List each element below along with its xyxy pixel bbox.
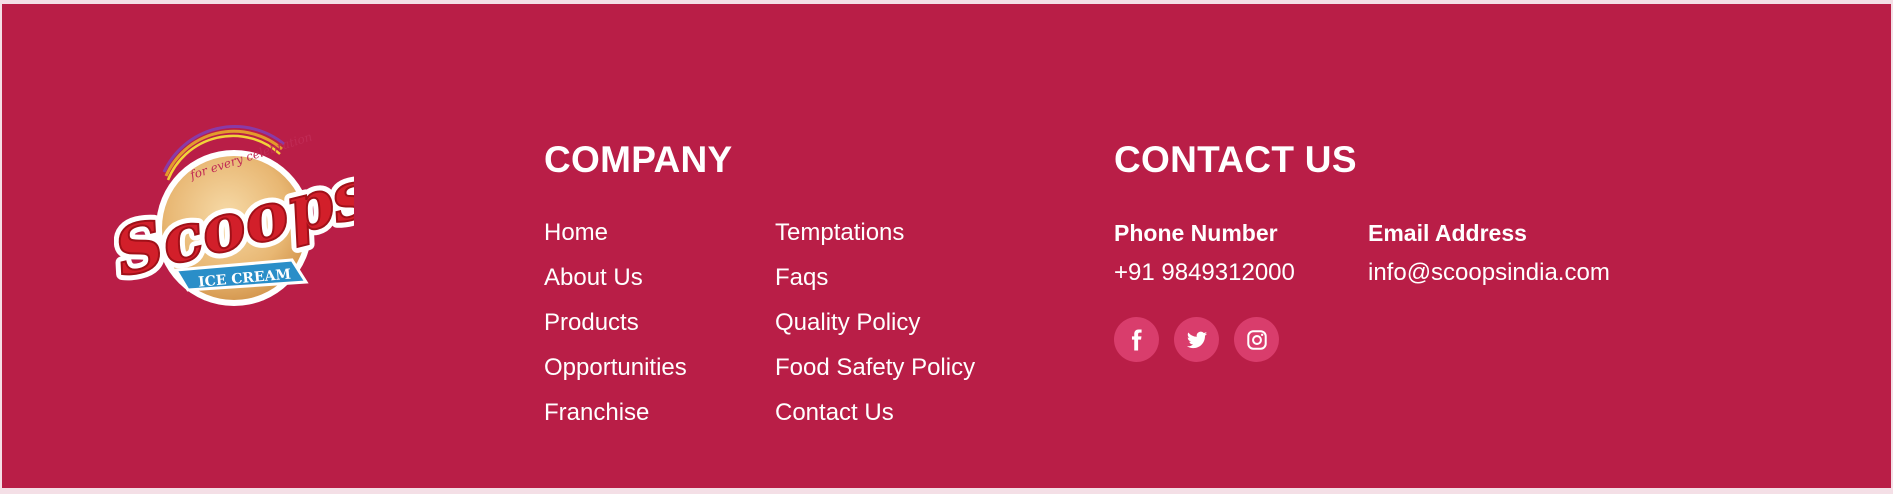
- instagram-icon: [1246, 329, 1267, 350]
- footer-link-contact-us[interactable]: Contact Us: [775, 398, 975, 443]
- footer-link-food-safety-policy-label[interactable]: Food Safety Policy: [775, 354, 975, 381]
- facebook-icon: [1131, 328, 1142, 351]
- contact-section: CONTACT US Phone Number +91 9849312000 E…: [1114, 136, 1610, 362]
- phone-label: Phone Number: [1114, 220, 1278, 246]
- footer-link-about-us-label[interactable]: About Us: [544, 264, 643, 291]
- footer-link-about-us[interactable]: About Us: [544, 263, 687, 308]
- scoops-logo-image: for every celebration ICE CREAM Scoops S…: [114, 125, 354, 306]
- footer-link-temptations[interactable]: Temptations: [775, 218, 975, 263]
- footer-link-franchise[interactable]: Franchise: [544, 398, 687, 443]
- footer-link-home-label[interactable]: Home: [544, 219, 608, 246]
- instagram-button[interactable]: [1234, 317, 1279, 362]
- email-address[interactable]: info@scoopsindia.com: [1368, 258, 1610, 288]
- twitter-icon: [1186, 331, 1207, 348]
- footer-link-temptations-label[interactable]: Temptations: [775, 219, 904, 246]
- phone-block: Phone Number +91 9849312000: [1114, 218, 1295, 288]
- footer-link-products-label[interactable]: Products: [544, 309, 639, 336]
- email-label: Email Address: [1368, 220, 1527, 246]
- footer-link-faqs[interactable]: Faqs: [775, 263, 975, 308]
- social-links: [1114, 317, 1279, 362]
- footer-link-opportunities[interactable]: Opportunities: [544, 353, 687, 398]
- footer-link-food-safety-policy[interactable]: Food Safety Policy: [775, 353, 975, 398]
- site-footer: for every celebration ICE CREAM Scoops S…: [2, 4, 1891, 488]
- footer-link-franchise-label[interactable]: Franchise: [544, 399, 649, 426]
- contact-heading: CONTACT US: [1114, 139, 1357, 180]
- footer-link-quality-policy[interactable]: Quality Policy: [775, 308, 975, 353]
- facebook-button[interactable]: [1114, 317, 1159, 362]
- company-links-right: Temptations Faqs Quality Policy Food Saf…: [775, 218, 975, 443]
- company-section: COMPANY Home About Us Products Opportuni…: [544, 136, 975, 426]
- company-heading: COMPANY: [544, 139, 733, 180]
- footer-link-quality-policy-label[interactable]: Quality Policy: [775, 309, 920, 336]
- phone-number[interactable]: +91 9849312000: [1114, 258, 1295, 288]
- footer-link-faqs-label[interactable]: Faqs: [775, 264, 828, 291]
- footer-link-home[interactable]: Home: [544, 218, 687, 263]
- footer-link-products[interactable]: Products: [544, 308, 687, 353]
- twitter-button[interactable]: [1174, 317, 1219, 362]
- footer-link-opportunities-label[interactable]: Opportunities: [544, 354, 687, 381]
- email-block: Email Address info@scoopsindia.com: [1368, 218, 1610, 288]
- company-links-left: Home About Us Products Opportunities Fra…: [544, 218, 687, 443]
- footer-link-contact-us-label[interactable]: Contact Us: [775, 399, 894, 426]
- scoops-logo[interactable]: for every celebration ICE CREAM Scoops S…: [114, 120, 354, 320]
